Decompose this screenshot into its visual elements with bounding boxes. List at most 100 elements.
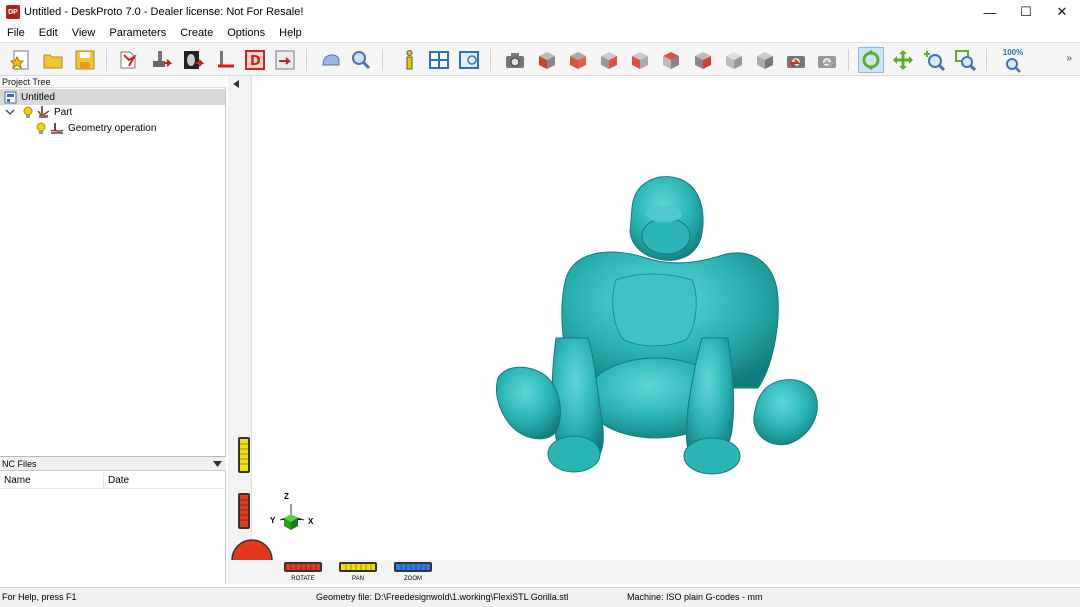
part-shape-icon[interactable] xyxy=(318,47,344,73)
project-icon xyxy=(4,91,17,103)
save-icon[interactable] xyxy=(72,47,98,73)
nc-files-header[interactable]: NC Files xyxy=(0,456,226,471)
dropdown-arrow-icon[interactable] xyxy=(213,460,222,467)
viewport-left-strip xyxy=(228,76,273,581)
tree-item-part[interactable]: Part xyxy=(0,104,72,120)
axis-y-label: Y xyxy=(270,516,276,525)
camera-redo-icon[interactable] xyxy=(814,47,840,73)
part-icon xyxy=(37,106,50,118)
red-slider-icon[interactable] xyxy=(237,492,251,530)
lightbulb-icon[interactable] xyxy=(23,106,33,119)
status-help-text: For Help, press F1 xyxy=(2,592,77,602)
tree-item-label: Untitled xyxy=(21,91,55,103)
zoom-100-icon[interactable]: 100% xyxy=(998,47,1028,73)
menu-create[interactable]: Create xyxy=(173,27,220,39)
nc-files-title: NC Files xyxy=(2,458,37,469)
views-icon[interactable] xyxy=(456,47,482,73)
cube-top-icon[interactable] xyxy=(565,47,591,73)
main-toolbar: D 100% » xyxy=(0,42,1080,76)
cube-back-icon[interactable] xyxy=(658,47,684,73)
minimize-button[interactable]: — xyxy=(972,0,1008,24)
toolbar-separator xyxy=(306,49,307,71)
image-icon[interactable] xyxy=(180,47,206,73)
drawing-icon[interactable]: D xyxy=(242,47,268,73)
wizard-icon[interactable] xyxy=(116,47,142,73)
camera-icon[interactable] xyxy=(502,47,528,73)
menu-help[interactable]: Help xyxy=(272,27,309,39)
close-button[interactable]: ✕ xyxy=(1044,0,1080,24)
axis-z-label: Z xyxy=(284,492,289,501)
viewport-bottom-strip: ROTATE PAN ZOOM xyxy=(228,560,1080,584)
cube-iso2-icon[interactable] xyxy=(752,47,778,73)
zoom-label: ZOOM xyxy=(404,576,422,582)
operation-icon xyxy=(50,122,64,134)
zoom-level-label: 100% xyxy=(1002,47,1024,57)
axis-cube-icon xyxy=(279,504,305,530)
rotate-label: ROTATE xyxy=(291,576,315,582)
toolbar-separator xyxy=(382,49,383,71)
maximize-button[interactable]: ☐ xyxy=(1008,0,1044,24)
svg-text:D: D xyxy=(250,54,261,69)
zoom-tool-icon[interactable] xyxy=(921,47,947,73)
export-icon[interactable] xyxy=(272,47,298,73)
window-title: Untitled - DeskProto 7.0 - Dealer licens… xyxy=(24,6,304,18)
column-date[interactable]: Date xyxy=(104,473,224,488)
cube-iso1-icon[interactable] xyxy=(721,47,747,73)
toolbar-separator xyxy=(490,49,491,71)
rotate-slider[interactable]: ROTATE xyxy=(284,562,322,583)
pan-tool-icon[interactable] xyxy=(890,47,916,73)
red-slider-icon[interactable] xyxy=(284,562,322,572)
menu-file[interactable]: File xyxy=(0,27,32,39)
menu-parameters[interactable]: Parameters xyxy=(102,27,173,39)
collapse-chevron-icon[interactable] xyxy=(5,107,15,117)
open-icon[interactable] xyxy=(40,47,66,73)
project-tree-header: Project Tree xyxy=(0,76,226,88)
zoom-slider[interactable]: ZOOM xyxy=(394,562,432,583)
tree-item-label: Geometry operation xyxy=(68,122,157,134)
tree-item-untitled[interactable]: Untitled xyxy=(0,89,225,105)
pan-slider[interactable]: PAN xyxy=(339,562,377,583)
toolbar-separator xyxy=(848,49,849,71)
nc-files-columns: Name Date xyxy=(0,473,226,489)
lightbulb-icon[interactable] xyxy=(36,122,46,135)
toolbar-separator xyxy=(106,49,107,71)
menu-view[interactable]: View xyxy=(65,27,103,39)
menu-edit[interactable]: Edit xyxy=(32,27,65,39)
rotate-tool-icon[interactable] xyxy=(858,47,884,73)
cube-bottom-icon[interactable] xyxy=(690,47,716,73)
deskproto-window: DP Untitled - DeskProto 7.0 - Dealer lic… xyxy=(0,0,1080,607)
tree-item-label: Part xyxy=(54,106,73,118)
axis-gizmo: Z Y X xyxy=(270,492,320,532)
status-bar: For Help, press F1 Geometry file: D:\Fre… xyxy=(0,587,1080,607)
status-geometry-file: Geometry file: D:\Freedesignwold\1.worki… xyxy=(316,592,569,602)
collapse-arrow-icon[interactable] xyxy=(233,80,239,88)
3d-viewport[interactable]: Z Y X ROTATE PAN ZOOM xyxy=(228,76,1080,584)
camera-undo-icon[interactable] xyxy=(783,47,809,73)
toolbar-separator xyxy=(986,49,987,71)
left-panel: Project Tree Untitled Part Geometry oper… xyxy=(0,76,226,584)
new-icon[interactable] xyxy=(8,47,34,73)
app-logo-icon: DP xyxy=(6,5,20,19)
operation-icon[interactable] xyxy=(212,47,238,73)
cube-right-icon[interactable] xyxy=(596,47,622,73)
part-icon[interactable] xyxy=(148,47,174,73)
window-controls: — ☐ ✕ xyxy=(972,0,1080,24)
yellow-slider-icon[interactable] xyxy=(339,562,377,572)
yellow-slider-icon[interactable] xyxy=(237,436,251,474)
pan-label: PAN xyxy=(352,576,364,582)
preview-icon[interactable] xyxy=(348,47,374,73)
layout-icon[interactable] xyxy=(426,47,452,73)
cube-left-icon[interactable] xyxy=(627,47,653,73)
toolbar-overflow-icon[interactable]: » xyxy=(1066,53,1072,64)
menu-bar: File Edit View Parameters Create Options… xyxy=(0,24,1080,42)
cube-front-icon[interactable] xyxy=(534,47,560,73)
status-machine: Machine: ISO plain G-codes - mm xyxy=(627,592,763,602)
info-icon[interactable] xyxy=(396,47,422,73)
blue-slider-icon[interactable] xyxy=(394,562,432,572)
column-name[interactable]: Name xyxy=(0,473,104,488)
menu-options[interactable]: Options xyxy=(220,27,272,39)
zoom-window-icon[interactable] xyxy=(952,47,978,73)
title-bar: DP Untitled - DeskProto 7.0 - Dealer lic… xyxy=(0,0,1080,24)
tree-item-geometry-operation[interactable]: Geometry operation xyxy=(0,120,156,136)
gorilla-model[interactable] xyxy=(496,168,826,478)
